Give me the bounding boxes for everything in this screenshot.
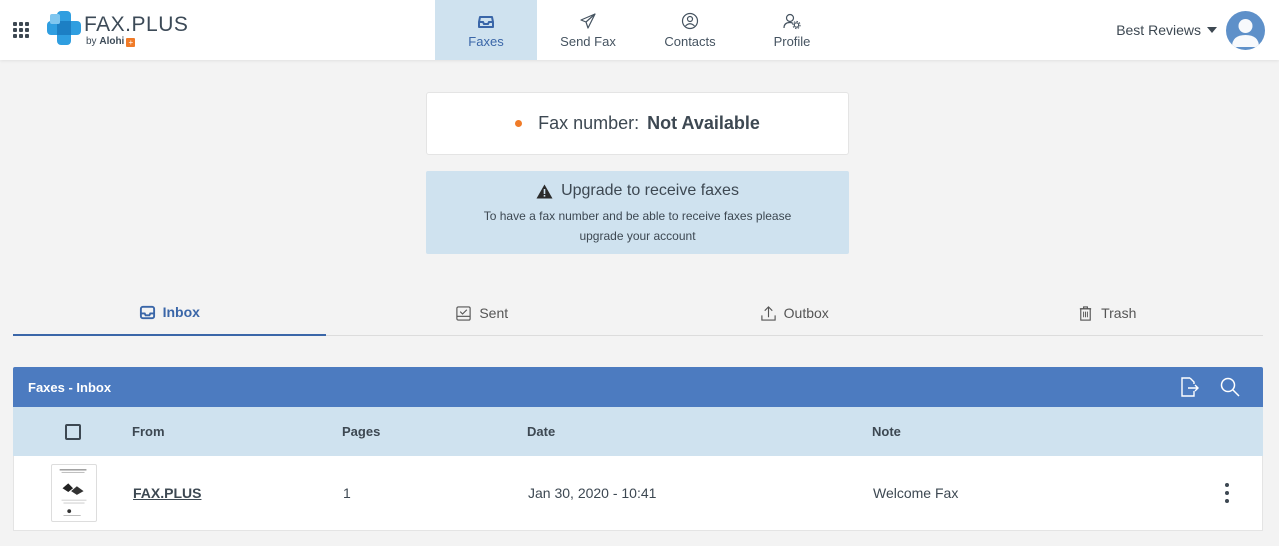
caret-down-icon (1207, 27, 1217, 33)
search-icon[interactable] (1219, 376, 1241, 398)
logo-by-text: by (86, 36, 97, 47)
user-gear-icon (783, 13, 801, 29)
table-actions (1159, 376, 1241, 398)
upgrade-notice: Upgrade to receive faxes To have a fax n… (426, 171, 849, 254)
nav-contacts[interactable]: Contacts (639, 0, 741, 60)
fax-preview-icon (59, 469, 86, 516)
logo[interactable]: FAX.PLUS by Alohi + (46, 8, 206, 52)
table-title-bar: Faxes - Inbox (13, 367, 1263, 407)
nav-send-fax-label: Send Fax (560, 33, 616, 49)
logo-byline: by Alohi + (86, 36, 136, 47)
column-header-note[interactable]: Note (872, 424, 1172, 439)
pages-cell: 1 (343, 485, 351, 501)
alohi-plus-icon: + (126, 38, 136, 47)
export-icon[interactable] (1178, 376, 1200, 398)
fax-number-value: Not Available (647, 113, 760, 133)
nav-faxes[interactable]: Faxes (435, 0, 537, 60)
top-bar: FAX.PLUS by Alohi + Faxes Send Fax Contac… (0, 0, 1279, 60)
trash-icon (1079, 305, 1092, 321)
nav-contacts-label: Contacts (664, 33, 716, 49)
status-dot (515, 120, 523, 127)
tab-outbox-label: Outbox (783, 305, 829, 321)
inbox-tray-icon (139, 305, 155, 319)
upload-tray-icon (760, 305, 776, 321)
table-title: Faxes - Inbox (28, 379, 112, 395)
app-grid-icon[interactable] (13, 22, 31, 38)
more-options-icon[interactable] (1225, 483, 1229, 503)
tab-outbox[interactable]: Outbox (638, 290, 951, 336)
fax-folder-tabs: Inbox Sent Outbox Trash (13, 290, 1263, 336)
select-all-cell (13, 423, 132, 440)
inbox-tray-icon (478, 15, 494, 28)
tab-inbox[interactable]: Inbox (13, 290, 326, 336)
warning-icon (536, 184, 553, 198)
user-silhouette-icon (1232, 18, 1259, 47)
tab-inbox-label: Inbox (162, 304, 200, 320)
fax-number-label: Fax number: (538, 113, 640, 133)
column-header-from[interactable]: From (132, 424, 342, 439)
thumbnail-cell (14, 464, 133, 522)
from-cell: FAX.PLUS (133, 485, 343, 501)
user-circle-icon (681, 12, 699, 29)
upgrade-title-text: Upgrade to receive faxes (561, 182, 739, 199)
user-name: Best Reviews (1116, 22, 1201, 38)
tab-trash[interactable]: Trash (951, 290, 1264, 336)
nav-profile-label: Profile (773, 33, 811, 49)
column-header-date[interactable]: Date (527, 424, 872, 439)
paper-plane-icon (580, 12, 596, 29)
faxes-table: Faxes - Inbox From Pages Date Note FAX.P… (13, 367, 1263, 531)
tab-trash-label: Trash (1101, 305, 1137, 321)
avatar[interactable] (1226, 10, 1265, 50)
date-cell: Jan 30, 2020 - 10:41 (528, 485, 657, 501)
nav-faxes-label: Faxes (468, 33, 504, 49)
column-header-pages[interactable]: Pages (342, 424, 527, 439)
tab-sent[interactable]: Sent (326, 290, 639, 336)
nav-profile[interactable]: Profile (741, 0, 843, 60)
upgrade-description: To have a fax number and be able to rece… (483, 209, 792, 243)
sent-check-icon (456, 305, 472, 321)
nav-send-fax[interactable]: Send Fax (537, 0, 639, 60)
sender-link[interactable]: FAX.PLUS (133, 485, 201, 501)
fax-thumbnail[interactable] (50, 464, 97, 522)
logo-text: FAX.PLUS (84, 13, 189, 36)
note-cell: Welcome Fax (873, 485, 959, 501)
main-nav: Faxes Send Fax Contacts Profile (435, 0, 843, 60)
fax-number-card: Fax number: Not Available (426, 92, 849, 155)
upgrade-title: Upgrade to receive faxes (426, 182, 849, 200)
fax-plus-logo-icon (47, 11, 81, 45)
table-header-row: From Pages Date Note (13, 407, 1263, 456)
select-all-checkbox[interactable] (64, 423, 81, 440)
user-menu[interactable]: Best Reviews (1116, 10, 1265, 50)
table-row[interactable]: FAX.PLUS 1 Jan 30, 2020 - 10:41 Welcome … (13, 456, 1263, 531)
tab-sent-label: Sent (479, 305, 509, 321)
logo-brand-text: Alohi (99, 36, 125, 47)
